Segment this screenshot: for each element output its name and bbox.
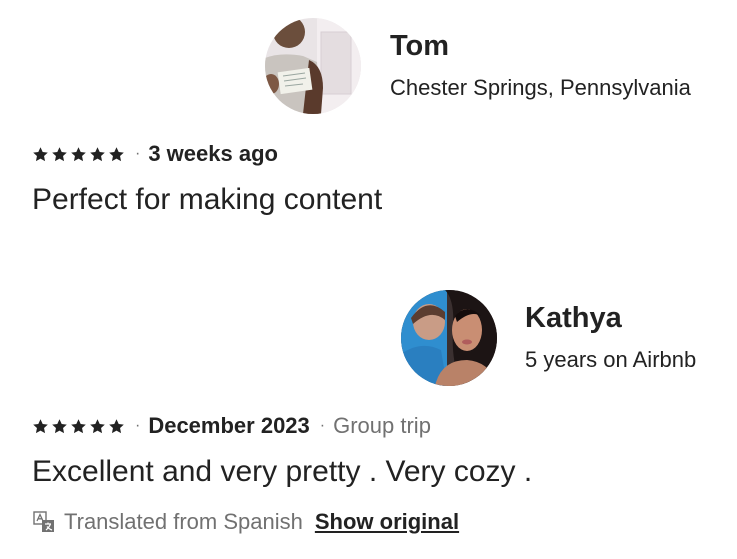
trip-type: Group trip (333, 413, 431, 438)
star-icon (71, 146, 86, 161)
avatar[interactable] (265, 18, 361, 114)
star-icon (33, 418, 48, 433)
translation-note: Translated from Spanish (64, 509, 303, 534)
review-date: December 2023 (148, 413, 310, 438)
review-text: Perfect for making content (32, 183, 383, 216)
review-meta: · 3 weeks ago (32, 140, 278, 168)
star-icon (52, 146, 67, 161)
reviewer-name[interactable]: Tom (390, 30, 449, 63)
reviewer-name[interactable]: Kathya (525, 302, 622, 335)
review-card: Tom Chester Springs, Pennsylvania · 3 we… (0, 0, 737, 240)
separator-dot: · (135, 145, 141, 162)
reviewer-location: Chester Springs, Pennsylvania (390, 75, 691, 100)
star-icon (33, 146, 48, 161)
star-icon (109, 418, 124, 433)
reviewer-tenure: 5 years on Airbnb (525, 347, 697, 372)
star-rating (32, 146, 125, 163)
translate-icon (33, 511, 54, 532)
avatar[interactable] (401, 290, 497, 386)
review-date: 3 weeks ago (148, 141, 278, 166)
translation-row: Translated from Spanish Show original (32, 509, 459, 535)
star-rating (32, 418, 125, 435)
star-icon (52, 418, 67, 433)
star-icon (90, 146, 105, 161)
review-meta: · December 2023 · Group trip (32, 412, 431, 440)
review-text: Excellent and very pretty . Very cozy . (32, 455, 533, 488)
avatar-photo (265, 18, 361, 114)
star-icon (71, 418, 86, 433)
separator-dot: · (135, 417, 141, 434)
review-card: Kathya 5 years on Airbnb · December 2023… (0, 272, 737, 559)
star-icon (90, 418, 105, 433)
show-original-link[interactable]: Show original (315, 509, 459, 535)
separator-dot: · (319, 417, 326, 434)
star-icon (109, 146, 124, 161)
avatar-photo (401, 290, 497, 386)
